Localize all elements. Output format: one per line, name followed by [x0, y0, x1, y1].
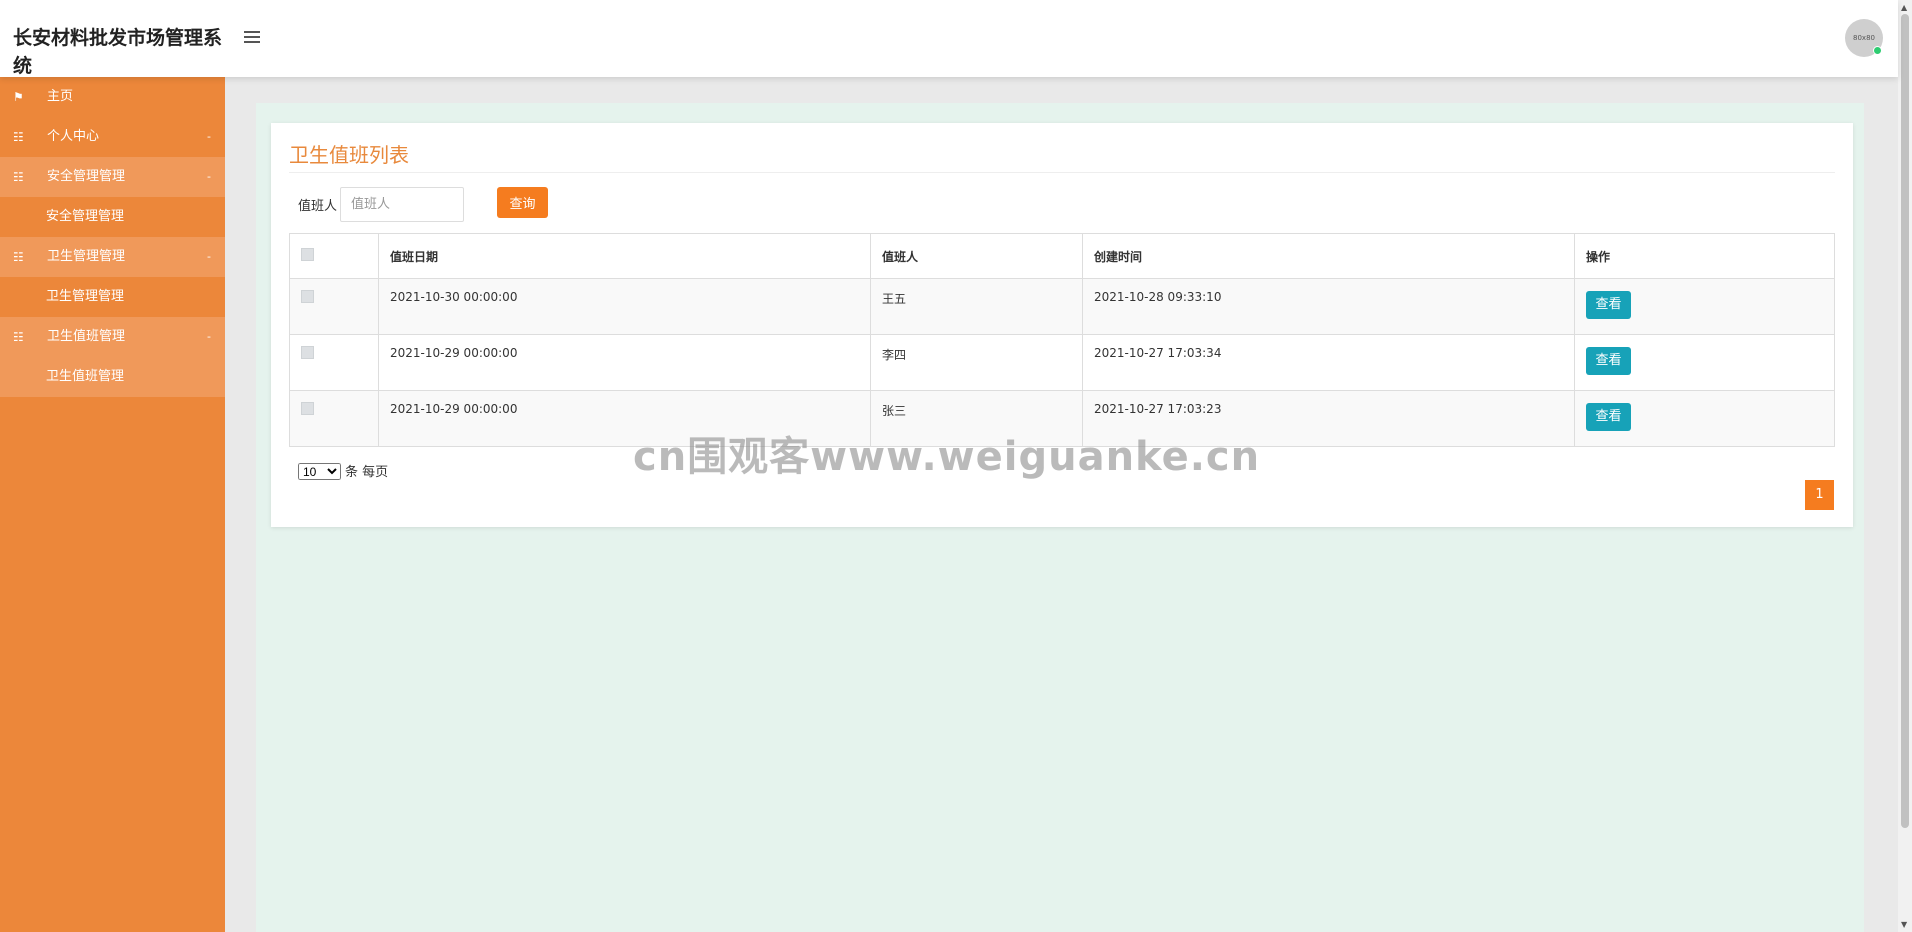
sidebar-subitem-safety[interactable]: 安全管理管理 [0, 197, 225, 237]
row-checkbox[interactable] [301, 290, 314, 303]
app-title: 长安材料批发市场管理系统 [13, 27, 223, 77]
page-title: 卫生值班列表 [289, 143, 409, 167]
flag-icon: ⚑ [13, 90, 24, 104]
scrollbar[interactable]: ▲ ▼ [1898, 0, 1912, 932]
sidebar-item-label: 卫生管理管理 [47, 249, 126, 264]
column-header: 值班日期 [378, 233, 871, 279]
collapse-icon: - [207, 330, 211, 343]
avatar-text: 80x80 [1853, 34, 1875, 42]
page-size-select[interactable]: 10 [298, 463, 341, 480]
sidebar-item-label: 安全管理管理 [47, 169, 126, 184]
query-button[interactable]: 查询 [497, 187, 548, 218]
collapse-icon: - [207, 130, 211, 143]
view-button[interactable]: 查看 [1586, 403, 1631, 431]
sidebar-item-safety[interactable]: ☷ 安全管理管理 - [0, 157, 225, 197]
scroll-up-icon[interactable]: ▲ [1901, 3, 1907, 12]
page-size-control: 10 条 每页 [298, 461, 388, 480]
list-icon: ☷ [13, 130, 24, 144]
sidebar-item-hygiene[interactable]: ☷ 卫生管理管理 - [0, 237, 225, 277]
scroll-down-icon[interactable]: ▼ [1901, 920, 1907, 929]
sidebar-subitem-duty[interactable]: 卫生值班管理 [0, 357, 225, 397]
sidebar-subitem-hygiene[interactable]: 卫生管理管理 [0, 277, 225, 317]
row-select-cell [289, 334, 379, 391]
row-checkbox[interactable] [301, 402, 314, 415]
duty-person-cell: 王五 [870, 278, 1083, 335]
column-header: 创建时间 [1082, 233, 1575, 279]
created-time-cell: 2021-10-27 17:03:34 [1082, 334, 1575, 391]
duty-person-cell: 李四 [870, 334, 1083, 391]
action-cell: 查看 [1574, 390, 1835, 447]
table-header-row: 值班日期 值班人 创建时间 操作 [289, 233, 1835, 279]
list-icon: ☷ [13, 250, 24, 264]
sidebar-item-profile[interactable]: ☷ 个人中心 - [0, 117, 225, 157]
column-header: 值班人 [870, 233, 1083, 279]
online-status-dot [1873, 46, 1882, 55]
column-header: 操作 [1574, 233, 1835, 279]
page-size-suffix: 条 每页 [345, 465, 389, 480]
watermark: cn围观客www.weiguanke.cn [633, 434, 1261, 480]
pagination-page-1[interactable]: 1 [1805, 480, 1834, 510]
sidebar-item-label: 主页 [47, 89, 74, 104]
top-bar: 长安材料批发市场管理系统 80x80 [0, 0, 1898, 77]
row-select-cell [289, 278, 379, 335]
list-icon: ☷ [13, 170, 24, 184]
select-all-checkbox[interactable] [301, 248, 314, 261]
table-row: 2021-10-29 00:00:00 李四 2021-10-27 17:03:… [289, 334, 1835, 391]
row-select-cell [289, 390, 379, 447]
sidebar: ⚑ 主页 ☷ 个人中心 - ☷ 安全管理管理 - 安全管理管理 ☷ 卫生管理管理… [0, 77, 225, 932]
menu-toggle-icon[interactable] [244, 31, 260, 45]
sidebar-item-label: 个人中心 [47, 129, 100, 144]
scrollbar-thumb[interactable] [1901, 14, 1909, 828]
list-icon: ☷ [13, 330, 24, 344]
row-checkbox[interactable] [301, 346, 314, 359]
action-cell: 查看 [1574, 278, 1835, 335]
duty-table: 值班日期 值班人 创建时间 操作 2021-10-30 00:00:00 王五 … [289, 233, 1835, 447]
created-time-cell: 2021-10-28 09:33:10 [1082, 278, 1575, 335]
avatar[interactable]: 80x80 [1845, 19, 1883, 57]
search-label: 值班人 [298, 199, 338, 214]
view-button[interactable]: 查看 [1586, 291, 1631, 319]
action-cell: 查看 [1574, 334, 1835, 391]
view-button[interactable]: 查看 [1586, 347, 1631, 375]
collapse-icon: - [207, 250, 211, 263]
sidebar-item-label: 卫生值班管理 [47, 329, 126, 344]
sidebar-item-home[interactable]: ⚑ 主页 [0, 77, 225, 117]
divider [289, 172, 1835, 173]
sidebar-item-duty[interactable]: ☷ 卫生值班管理 - [0, 317, 225, 357]
duty-date-cell: 2021-10-29 00:00:00 [378, 334, 871, 391]
collapse-icon: - [207, 170, 211, 183]
duty-date-cell: 2021-10-30 00:00:00 [378, 278, 871, 335]
duty-person-search-input[interactable] [340, 187, 464, 222]
table-row: 2021-10-30 00:00:00 王五 2021-10-28 09:33:… [289, 278, 1835, 335]
select-all-header [289, 233, 379, 279]
